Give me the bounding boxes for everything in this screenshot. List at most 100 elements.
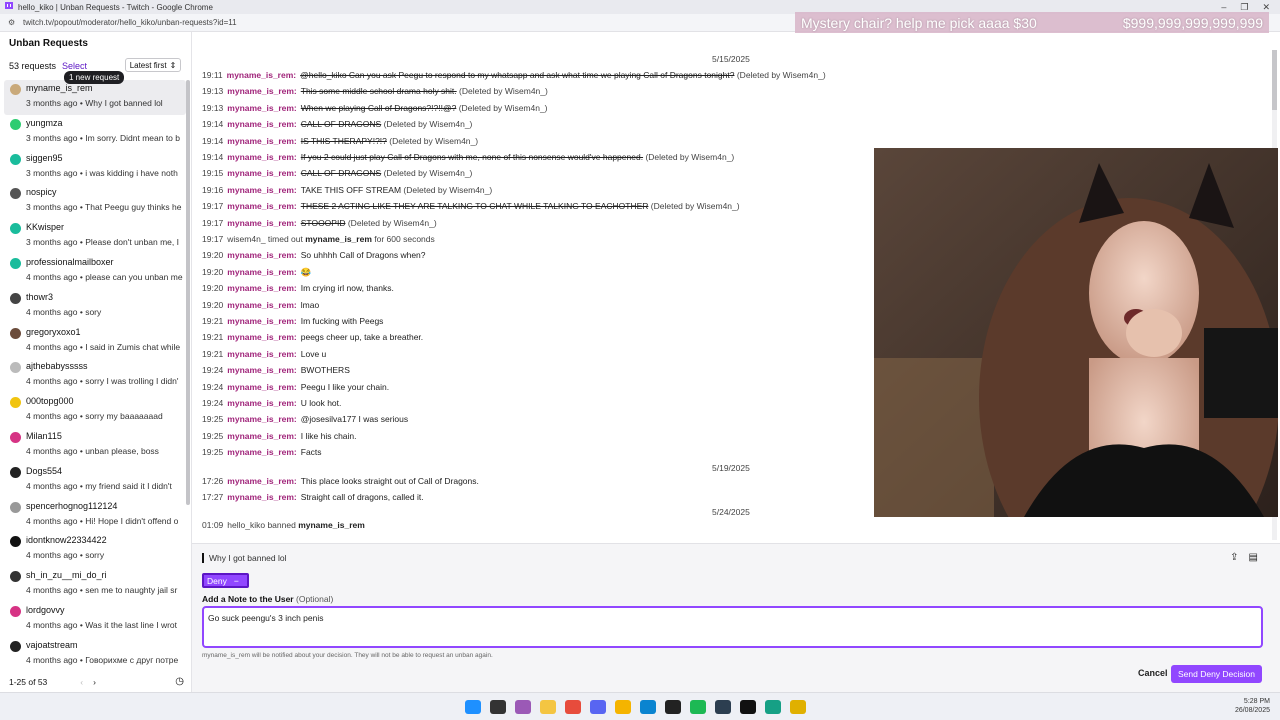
share-icon[interactable]: ⇪ bbox=[1230, 552, 1238, 563]
chat-username[interactable]: myname_is_rem: bbox=[227, 267, 296, 277]
copilot-icon[interactable] bbox=[515, 700, 531, 714]
chat-username[interactable]: myname_is_rem: bbox=[227, 119, 296, 129]
windows-start-icon[interactable] bbox=[465, 700, 481, 714]
request-username: lordgovvy bbox=[26, 604, 65, 615]
sort-dropdown[interactable]: Latest first ⇕ bbox=[125, 58, 181, 72]
chat-text: STOOOPID bbox=[300, 217, 346, 228]
select-link[interactable]: Select bbox=[62, 61, 87, 71]
request-row[interactable]: ajthebabysssss 4 months ago • sorry I was… bbox=[4, 358, 186, 393]
avatar bbox=[10, 84, 21, 95]
twitch-icon bbox=[5, 2, 13, 9]
chat-username[interactable]: myname_is_rem: bbox=[227, 398, 296, 408]
chat-username[interactable]: myname_is_rem: bbox=[227, 300, 296, 310]
close-icon[interactable]: ✕ bbox=[1262, 2, 1270, 13]
request-row[interactable]: idontknow22334422 4 months ago • sorry bbox=[4, 532, 186, 567]
site-info-icon[interactable]: ⚙ bbox=[8, 18, 17, 27]
request-row[interactable]: vajoatstream 4 months ago • Говорихме с д… bbox=[4, 637, 186, 672]
request-row[interactable]: professionalmailboxer 4 months ago • plea… bbox=[4, 254, 186, 289]
chat-username[interactable]: myname_is_rem: bbox=[227, 103, 296, 113]
chat-icon[interactable]: ▤ bbox=[1249, 552, 1258, 563]
history-icon[interactable]: ◷ bbox=[175, 676, 184, 687]
request-username: spencerhognog112124 bbox=[26, 500, 118, 511]
chat-message: 19:25 myname_is_rem: I like his chain. bbox=[202, 431, 357, 441]
chat-message: 19:17 myname_is_rem: STOOOPID (Deleted by … bbox=[202, 218, 437, 228]
url-text[interactable]: twitch.tv/popout/moderator/hello_kiko/un… bbox=[23, 18, 237, 27]
request-meta: 4 months ago • sorry my baaaaaaad bbox=[26, 411, 163, 422]
chat-username[interactable]: myname_is_rem: bbox=[227, 332, 296, 342]
chat-username[interactable]: myname_is_rem: bbox=[227, 492, 296, 502]
request-row[interactable]: thowr3 4 months ago • sory bbox=[4, 289, 186, 324]
brave-icon[interactable] bbox=[565, 700, 581, 714]
system-clock[interactable]: 5:28 PM 26/08/2025 bbox=[1235, 697, 1270, 715]
chat-timestamp: 19:25 bbox=[202, 414, 224, 425]
app2-icon[interactable] bbox=[790, 700, 806, 714]
chat-message: 19:21 myname_is_rem: peegs cheer up, take … bbox=[202, 332, 423, 342]
spotify-icon[interactable] bbox=[690, 700, 706, 714]
chat-username[interactable]: myname_is_rem: bbox=[227, 414, 296, 424]
deleted-note: (Deleted by Wisem4n_) bbox=[736, 70, 826, 80]
decision-dropdown[interactable]: Deny − bbox=[202, 573, 249, 588]
request-row[interactable]: yungmza 3 months ago • Im sorry. Didnt me… bbox=[4, 115, 186, 150]
chat-username[interactable]: myname_is_rem: bbox=[227, 476, 296, 486]
request-row[interactable]: 000topg000 4 months ago • sorry my baaaaa… bbox=[4, 393, 186, 428]
obs-icon[interactable] bbox=[665, 700, 681, 714]
file-explorer-icon[interactable] bbox=[540, 700, 556, 714]
system-user: myname_is_rem bbox=[298, 520, 365, 530]
prev-page-icon[interactable]: ‹ bbox=[80, 677, 83, 687]
send-deny-decision-button[interactable]: Send Deny Decision bbox=[1171, 665, 1262, 683]
chat-username[interactable]: myname_is_rem: bbox=[227, 168, 296, 178]
chat-username[interactable]: myname_is_rem: bbox=[227, 152, 296, 162]
notes-icon[interactable] bbox=[765, 700, 781, 714]
avatar bbox=[10, 327, 21, 339]
chat-text: 😂 bbox=[300, 266, 312, 277]
unban-requests-sidebar: Unban Requests 53 requests Select Latest… bbox=[0, 32, 192, 692]
chat-scrollbar-thumb[interactable] bbox=[1272, 50, 1277, 110]
request-row[interactable]: siggen95 3 months ago • i was kidding i h… bbox=[4, 150, 186, 185]
chat-username[interactable]: myname_is_rem: bbox=[227, 201, 296, 211]
request-row[interactable]: KKwisper 3 months ago • Please don't unba… bbox=[4, 219, 186, 254]
request-meta: 4 months ago • sorry bbox=[26, 550, 105, 561]
chat-username[interactable]: myname_is_rem: bbox=[227, 86, 296, 96]
request-row[interactable]: Milan115 4 months ago • unban please, bos… bbox=[4, 428, 186, 463]
minimize-icon[interactable]: – bbox=[1221, 2, 1226, 13]
system-text: wisem4n_ timed out bbox=[227, 234, 303, 244]
edge-icon[interactable] bbox=[640, 700, 656, 714]
chat-username[interactable]: myname_is_rem: bbox=[227, 218, 296, 228]
chat-username[interactable]: myname_is_rem: bbox=[227, 250, 296, 260]
chat-username[interactable]: myname_is_rem: bbox=[227, 431, 296, 441]
chat-message: 19:11 myname_is_rem: @hello_kiko Can you a… bbox=[202, 70, 826, 80]
deleted-note: (Deleted by Wisem4n_) bbox=[650, 201, 740, 212]
request-row[interactable]: nospicy 3 months ago • That Peegu guy thi… bbox=[4, 184, 186, 219]
request-username: Milan115 bbox=[26, 430, 62, 441]
chat-username[interactable]: myname_is_rem: bbox=[227, 136, 296, 146]
clock-time: 5:28 PM bbox=[1243, 698, 1270, 705]
chat-username[interactable]: myname_is_rem: bbox=[227, 283, 296, 293]
chat-username[interactable]: myname_is_rem: bbox=[227, 382, 296, 392]
request-row[interactable]: sh_in_zu__mi_do_ri 4 months ago • sen me … bbox=[4, 567, 186, 602]
chat-username[interactable]: myname_is_rem: bbox=[227, 447, 296, 457]
chrome-icon[interactable] bbox=[615, 700, 631, 714]
maximize-icon[interactable]: ❐ bbox=[1240, 2, 1248, 13]
request-row[interactable]: gregoryxoxo1 4 months ago • I said in Zum… bbox=[4, 324, 186, 359]
chat-message: 19:25 myname_is_rem: @josesilva177 I was s… bbox=[202, 414, 408, 424]
request-row[interactable]: myname_is_rem 3 months ago • Why I got ba… bbox=[4, 80, 186, 115]
request-row[interactable]: spencerhognog112124 4 months ago • Hi! Ho… bbox=[4, 498, 186, 533]
request-row[interactable]: Dogs554 4 months ago • my friend said it … bbox=[4, 463, 186, 498]
request-row[interactable]: lordgovvy 4 months ago • Was it the last … bbox=[4, 602, 186, 637]
chat-text: So uhhhh Call of Dragons when? bbox=[300, 250, 426, 261]
chat-username[interactable]: myname_is_rem: bbox=[227, 70, 296, 80]
chat-text: If you 2 could just play Call of Dragons… bbox=[300, 152, 644, 162]
chat-username[interactable]: myname_is_rem: bbox=[227, 365, 296, 375]
capture-icon[interactable] bbox=[715, 700, 731, 714]
chat-username[interactable]: myname_is_rem: bbox=[227, 349, 296, 359]
chat-username[interactable]: myname_is_rem: bbox=[227, 185, 296, 195]
discord-icon[interactable] bbox=[590, 700, 606, 714]
sidebar-scrollbar[interactable] bbox=[186, 80, 190, 505]
app-icon[interactable] bbox=[740, 700, 756, 714]
task-view-icon[interactable] bbox=[490, 700, 506, 714]
chat-username[interactable]: myname_is_rem: bbox=[227, 316, 296, 326]
next-page-icon[interactable]: › bbox=[93, 677, 96, 687]
cancel-button[interactable]: Cancel bbox=[1138, 668, 1168, 678]
note-textarea[interactable]: Go suck peengu's 3 inch penis bbox=[202, 606, 1263, 648]
chat-timestamp: 17:27 bbox=[202, 492, 224, 503]
